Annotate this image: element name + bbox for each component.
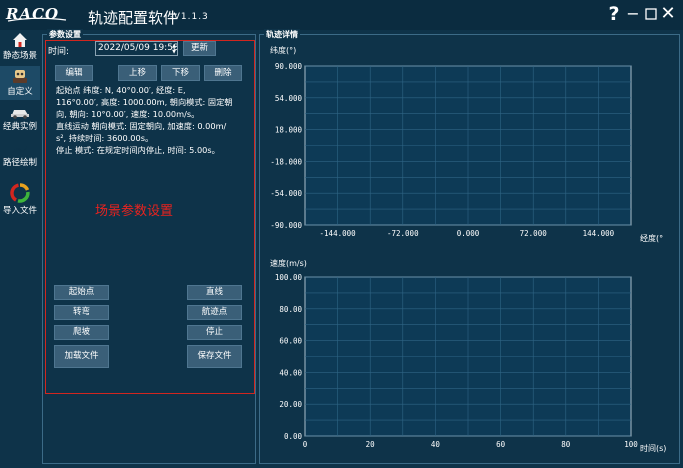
y-tick-label: 80.00 — [279, 305, 302, 314]
x-tick-label: 20 — [366, 440, 376, 449]
y-tick-label: 54.000 — [275, 94, 303, 103]
y-tick-label: 18.000 — [275, 126, 303, 135]
x-tick-label: 80 — [561, 440, 571, 449]
y-tick-label: -54.000 — [270, 189, 302, 198]
x-tick-label: 100 — [624, 440, 638, 449]
x-tick-label: 144.000 — [583, 229, 615, 238]
x-tick-label: 40 — [431, 440, 441, 449]
x-tick-label: 72.000 — [520, 229, 548, 238]
y-tick-label: 90.000 — [275, 62, 303, 71]
y-tick-label: -90.000 — [270, 221, 302, 230]
latitude-longitude-chart: 90.000 54.000 18.000 -18.000 -54.000 -90.000 -… — [270, 62, 632, 238]
x-tick-label: 0 — [303, 440, 308, 449]
x-tick-label: 0.000 — [457, 229, 480, 238]
y-tick-label: 40.00 — [279, 368, 302, 377]
y-tick-label: 0.00 — [284, 432, 303, 441]
y-tick-label: 20.00 — [279, 400, 302, 409]
speed-time-chart: 100.00 80.00 60.00 40.00 20.00 0.000 20 40 60 80 1… — [275, 273, 638, 449]
y-tick-label: -18.000 — [270, 157, 302, 166]
x-tick-label: 60 — [496, 440, 506, 449]
y-tick-label: 60.00 — [279, 337, 302, 346]
x-tick-label: -144.000 — [320, 229, 357, 238]
x-tick-label: -72.000 — [387, 229, 419, 238]
charts-canvas: 90.000 54.000 18.000 -18.000 -54.000 -90.000 -… — [270, 62, 638, 449]
y-tick-label: 100.00 — [275, 273, 303, 282]
